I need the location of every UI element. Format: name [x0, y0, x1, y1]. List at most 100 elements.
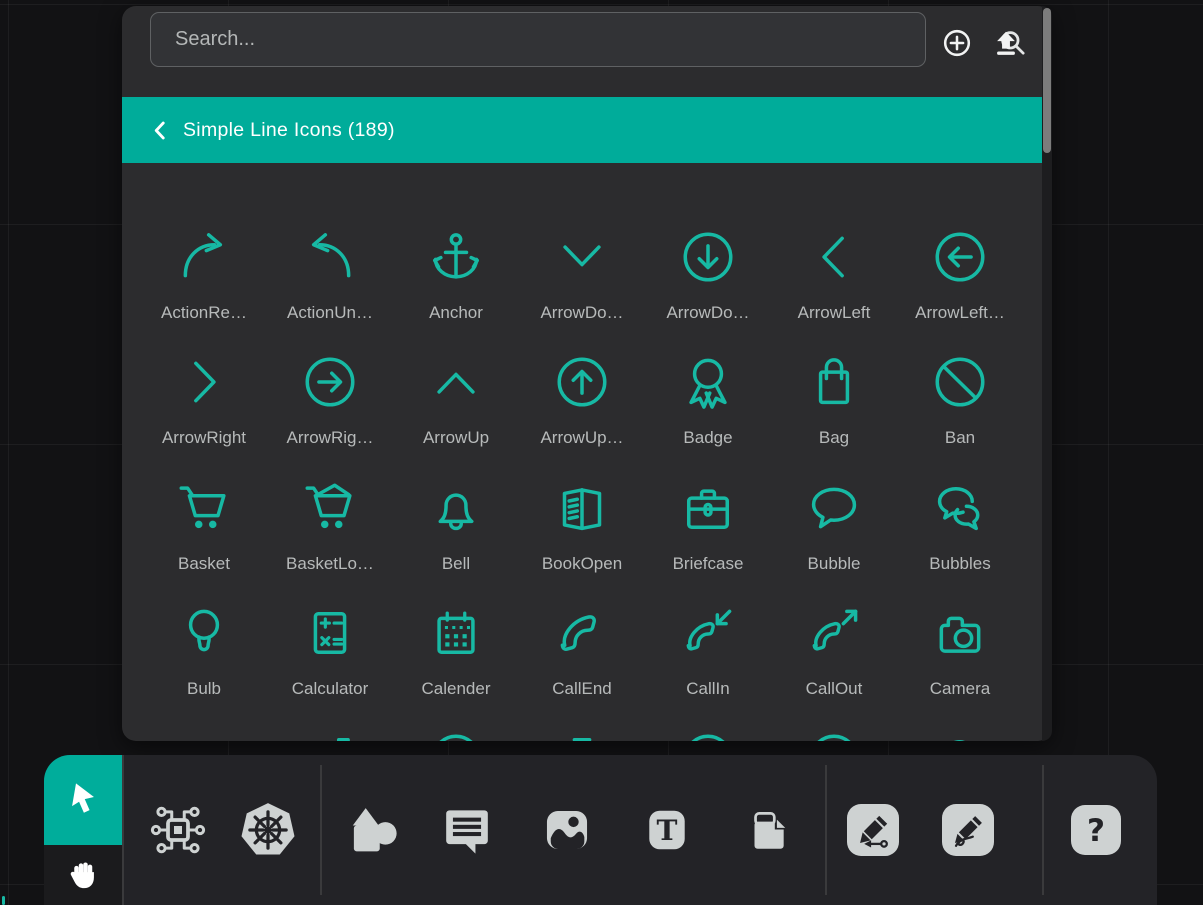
kubernetes-tool-button[interactable] — [235, 755, 301, 905]
library-icon-label: ArrowUp… — [540, 428, 623, 448]
grid-icon-arrow-down-circle[interactable]: ArrowDo… — [645, 229, 771, 354]
library-icon-label: Bubble — [808, 554, 861, 574]
grid-icon-bulb[interactable]: Bulb — [141, 605, 267, 730]
grid-icon-anchor[interactable]: Anchor — [393, 229, 519, 354]
grid-icon-check[interactable] — [393, 731, 519, 741]
toolbar-divider — [1042, 765, 1044, 895]
grid-icon-camrecorder[interactable] — [141, 731, 267, 741]
library-icon — [554, 480, 610, 536]
grid-icon-clock[interactable] — [645, 731, 771, 741]
grid-icon-arrow-up[interactable]: ArrowUp — [393, 354, 519, 479]
shapes-tool-button[interactable] — [340, 755, 406, 905]
grid-icon-badge[interactable]: Badge — [645, 354, 771, 479]
icon-library-panel: Simple Line Icons (189) ActionRe… Action… — [122, 6, 1052, 741]
library-icon — [302, 354, 358, 410]
library-icon — [554, 731, 610, 741]
grid-icon-arrow-right[interactable]: ArrowRight — [141, 354, 267, 479]
library-icon-label: Bulb — [187, 679, 221, 699]
library-icon — [680, 480, 736, 536]
library-icon-label: Calender — [422, 679, 491, 699]
library-icon-label: BookOpen — [542, 554, 622, 574]
question-mark-icon — [1072, 806, 1120, 854]
library-icon — [176, 731, 232, 741]
upload-button[interactable] — [990, 27, 1022, 59]
grid-icon-action-undo[interactable]: ActionUn… — [267, 229, 393, 354]
plus-circle-icon — [942, 28, 972, 58]
upload-icon — [991, 28, 1021, 58]
grid-icon-bubble[interactable]: Bubble — [771, 480, 897, 605]
grid-icon-book-open[interactable]: BookOpen — [519, 480, 645, 605]
grid-icon-action-redo[interactable]: ActionRe… — [141, 229, 267, 354]
grid-icon-arrow-left-circle[interactable]: ArrowLeft… — [897, 229, 1023, 354]
library-icon-label: CallOut — [806, 679, 863, 699]
pencil-squiggle-icon — [945, 807, 991, 853]
select-tool-button[interactable] — [44, 755, 122, 845]
grid-icon-calender[interactable]: Calender — [393, 605, 519, 730]
back-chevron-icon[interactable] — [152, 120, 167, 141]
comment-icon — [440, 803, 494, 857]
canvas[interactable]: Simple Line Icons (189) ActionRe… Action… — [0, 0, 1203, 905]
library-icon — [176, 605, 232, 661]
library-icon-label: Badge — [683, 428, 732, 448]
library-icon — [302, 605, 358, 661]
grid-icon-basket[interactable]: Basket — [141, 480, 267, 605]
library-icon-label: CallEnd — [552, 679, 612, 699]
grid-icon-chemistry[interactable] — [519, 731, 645, 741]
cursor-icon — [62, 779, 104, 821]
grid-icon-arrow-down[interactable]: ArrowDo… — [519, 229, 645, 354]
network-icon — [148, 800, 208, 860]
library-icon — [428, 731, 484, 741]
library-icon — [428, 480, 484, 536]
grid-icon-calculator[interactable]: Calculator — [267, 605, 393, 730]
library-icon-label: ArrowDo… — [540, 303, 623, 323]
library-icon — [680, 229, 736, 285]
library-icon — [806, 731, 862, 741]
library-icon-label: Bell — [442, 554, 470, 574]
shapes-icon — [346, 803, 400, 857]
grid-icon-cloud[interactable] — [897, 731, 1023, 741]
grid-icon-arrow-right-circle[interactable]: ArrowRig… — [267, 354, 393, 479]
pen-connector-tool-button[interactable] — [840, 755, 906, 905]
library-icon — [680, 731, 736, 741]
sticky-note-tool-button[interactable] — [734, 755, 800, 905]
grid-icon-briefcase[interactable]: Briefcase — [645, 480, 771, 605]
grid-icon-chart[interactable] — [267, 731, 393, 741]
grid-icon-call-end[interactable]: CallEnd — [519, 605, 645, 730]
text-tool-button[interactable] — [634, 755, 700, 905]
search-input[interactable] — [150, 12, 926, 67]
panel-scrollbar[interactable] — [1042, 6, 1052, 741]
comment-tool-button[interactable] — [434, 755, 500, 905]
library-icon-label: CallIn — [686, 679, 729, 699]
library-icon-label: ArrowRight — [162, 428, 246, 448]
grid-icon-camera[interactable]: Camera — [897, 605, 1023, 730]
pan-tool-button[interactable] — [44, 845, 122, 905]
grid-icon-arrow-left[interactable]: ArrowLeft — [771, 229, 897, 354]
grid-icon-basket-loaded[interactable]: BasketLo… — [267, 480, 393, 605]
pencil-draw-tool-button[interactable] — [935, 755, 1001, 905]
grid-icon-call-in[interactable]: CallIn — [645, 605, 771, 730]
grid-icon-bag[interactable]: Bag — [771, 354, 897, 479]
grid-icon-close[interactable] — [771, 731, 897, 741]
image-tool-button[interactable] — [534, 755, 600, 905]
grid-icon-bubbles[interactable]: Bubbles — [897, 480, 1023, 605]
network-diagram-tool-button[interactable] — [145, 755, 211, 905]
library-icon-label: Briefcase — [673, 554, 744, 574]
library-icon — [302, 731, 358, 741]
help-button[interactable] — [1063, 755, 1129, 905]
canvas-artifact — [2, 896, 5, 905]
library-icon — [932, 731, 988, 741]
library-icon — [680, 605, 736, 661]
library-title: Simple Line Icons (189) — [183, 119, 395, 142]
library-icon-label: Bubbles — [929, 554, 990, 574]
library-icon — [176, 229, 232, 285]
grid-icon-ban[interactable]: Ban — [897, 354, 1023, 479]
library-icon — [680, 354, 736, 410]
library-icon-label: ArrowLeft — [798, 303, 871, 323]
grid-icon-arrow-up-circle[interactable]: ArrowUp… — [519, 354, 645, 479]
scrollbar-thumb[interactable] — [1043, 8, 1051, 153]
add-library-button[interactable] — [941, 27, 973, 59]
library-icon-label: ActionRe… — [161, 303, 247, 323]
grid-icon-call-out[interactable]: CallOut — [771, 605, 897, 730]
library-header[interactable]: Simple Line Icons (189) — [122, 97, 1042, 163]
grid-icon-bell[interactable]: Bell — [393, 480, 519, 605]
